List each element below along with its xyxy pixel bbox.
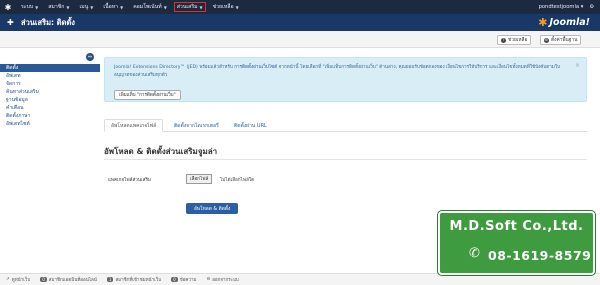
top-right-area: pondtestjoomla ▾ ⚙ — [539, 0, 594, 14]
gear-icon: ⚙ — [544, 37, 549, 43]
upload-and-install-button[interactable]: อัพโหลด & ติดตั้ง — [186, 203, 239, 214]
sidebar-item-manage[interactable]: จัดการ — [0, 80, 100, 88]
sidebar-item-install-languages[interactable]: ติดตั้งภาษา — [0, 112, 100, 120]
add-install-from-web-tab-button[interactable]: เพิ่มแท็บ "การติดตั้งผ่านเว็บ" — [114, 90, 181, 100]
joomla-brand-icon[interactable]: ✱ — [0, 0, 16, 14]
sidebar-item-install[interactable]: ติดตั้ง — [0, 64, 100, 72]
no-file-chosen-text: ไม่ได้เลือกไฟล์ใด — [220, 178, 255, 183]
footer-messages[interactable]: 0 ข้อความ — [171, 276, 196, 283]
footer-admins-online[interactable]: 0 สมาชิกแอดมินที่ออนไลน์ — [40, 276, 97, 283]
chevron-down-icon: ▼ — [66, 4, 70, 10]
chevron-down-icon: ▾ — [580, 4, 584, 10]
sidebar-item-update-sites[interactable]: อัพเดทไซต์ — [0, 120, 100, 128]
chevron-down-icon: ▼ — [235, 4, 239, 10]
joomla-logo-icon: ✱ — [538, 16, 548, 29]
footer-view-site[interactable]: ↗ ดูหน้าเว็บ — [6, 276, 30, 283]
chevron-down-icon: ▼ — [90, 4, 94, 10]
close-icon[interactable]: × — [575, 62, 580, 69]
chevron-down-icon: ▼ — [120, 4, 124, 10]
menu-content[interactable]: เนื้อหา ▼ — [98, 0, 128, 14]
menu-help[interactable]: ช่วยเหลือ ▼ — [208, 0, 244, 14]
puzzle-icon: ✚ — [7, 18, 14, 27]
sidebar-item-discover[interactable]: ค้นหาส่วนเสริม — [0, 88, 100, 96]
install-tabs: อัพโหลดแพคเกจไฟล์ ติดตั้งจากไดเรกเตอรี่ … — [104, 119, 587, 132]
chevron-down-icon: ▼ — [163, 4, 167, 10]
alert-message: Joomla! Extensions Directory™ (JED) พร้อ… — [114, 65, 560, 78]
page-header: ✚ ส่วนเสริม: ติดตั้ง ✱ Joomla! — [0, 14, 600, 31]
menu-menus[interactable]: เมนู ▼ — [75, 0, 99, 14]
footer-visitors[interactable]: 1 สมาชิกที่เข้าชมหน้าเว็บ — [106, 276, 161, 283]
count-badge: 0 — [40, 277, 47, 282]
sidebar-item-warnings[interactable]: คำเตือน — [0, 104, 100, 112]
user-menu-gear-icon[interactable]: ⚙ — [589, 4, 594, 10]
chevron-down-icon: ▼ — [199, 4, 203, 10]
joomla-logo: ✱ Joomla! — [538, 16, 590, 29]
chevron-down-icon: ▼ — [35, 4, 39, 10]
tab-upload-package[interactable]: อัพโหลดแพคเกจไฟล์ — [104, 119, 164, 132]
sidebar-item-update[interactable]: อัพเดท — [0, 72, 100, 80]
external-link-icon: ↗ — [6, 277, 10, 282]
sidebar: ⇔ ติดตั้ง อัพเดท จัดการ ค้นหาส่วนเสริม ฐ… — [0, 48, 100, 273]
company-name: M.D.Soft Co.,Ltd. — [449, 219, 584, 234]
site-user-link[interactable]: pondtestjoomla ▾ — [539, 4, 584, 10]
top-navbar: ✱ ระบบ ▼ สมาชิก ▼ เมนู ▼ เนื้อหา ▼ คอมโพเน้น… — [0, 0, 600, 14]
top-menu: ✱ ระบบ ▼ สมาชิก ▼ เมนู ▼ เนื้อหา ▼ คอมโพเน้น… — [0, 0, 244, 14]
count-badge: 1 — [106, 277, 114, 282]
minus-icon: ⊖ — [206, 277, 211, 282]
count-badge: 0 — [171, 277, 178, 282]
menu-users[interactable]: สมาชิก ▼ — [43, 0, 74, 14]
options-button[interactable]: ⚙ ตั้งค่าพื้นฐาน — [540, 35, 582, 45]
question-icon: ? — [501, 37, 506, 43]
menu-extensions[interactable]: ส่วนเสริม ▼ — [172, 0, 208, 14]
sidebar-menu: ติดตั้ง อัพเดท จัดการ ค้นหาส่วนเสริม ฐาน… — [0, 64, 100, 128]
sidebar-toggle-icon[interactable]: ⇔ — [86, 53, 94, 61]
sidebar-item-database[interactable]: ฐานข้อมูล — [0, 96, 100, 104]
install-from-web-link[interactable]: การติดตั้งผ่านเว็บไซต์ — [234, 65, 277, 70]
tab-install-from-url[interactable]: ติดตั้งผ่าน URL — [228, 119, 273, 132]
tab-install-from-folder[interactable]: ติดตั้งจากไดเรกเตอรี่ — [168, 119, 225, 132]
menu-components[interactable]: คอมโพเน้นท์ ▼ — [128, 0, 172, 14]
jed-info-alert: Joomla! Extensions Directory™ (JED) พร้อ… — [104, 57, 587, 102]
help-button[interactable]: ? ช่วยเหลือ — [497, 35, 532, 45]
toolbar: ? ช่วยเหลือ ⚙ ตั้งค่าพื้นฐาน — [0, 31, 600, 48]
page-title: ส่วนเสริม: ติดตั้ง — [21, 18, 75, 27]
choose-file-button[interactable]: เลือกไฟล์ — [186, 174, 213, 184]
footer-logout[interactable]: ⊖ ออกจากระบบ — [206, 276, 238, 283]
phone-icon: ✆ — [469, 246, 480, 261]
divider — [104, 159, 587, 160]
company-watermark: M.D.Soft Co.,Ltd. ✆ 08-1619-8579 — [438, 211, 595, 275]
company-phone: 08-1619-8579 — [488, 248, 592, 263]
package-file-label: แพคเกจไฟล์ส่วนเสริม — [108, 178, 151, 183]
section-title: อัพโหลด & ติดตั้งส่วนเสริมจูมล่า — [104, 147, 218, 156]
menu-system[interactable]: ระบบ ▼ — [16, 0, 43, 14]
